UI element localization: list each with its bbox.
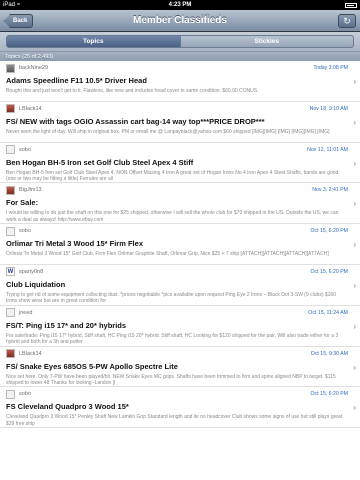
avatar: W	[6, 267, 15, 277]
topic-snippet: Nice set here. Only 7-PW have been playe…	[6, 373, 336, 387]
chevron-right-icon: ›	[353, 362, 356, 372]
back-button[interactable]: Back	[4, 14, 34, 28]
list-item[interactable]: sobo Nov 12, 11:01 AM Ben Hogan BH-5 Iron…	[0, 143, 360, 184]
tab-topics[interactable]: Topics	[6, 35, 181, 48]
status-bar: iPad ≈ 4:23 PM	[0, 0, 360, 10]
navigation-bar: Back Member Classifieds ↻	[0, 10, 360, 32]
page-title: Member Classifieds	[133, 15, 227, 26]
topic-title: FS/T: Ping i15 17* and 20* hybrids	[6, 320, 127, 330]
topic-snippet: Ben Hogan BH-5 Iron set Golf Club Steel …	[6, 169, 339, 183]
topic-title: FS/ NEW with tags OGIO Assassin cart bag…	[6, 116, 265, 126]
refresh-button[interactable]: ↻	[338, 14, 356, 28]
refresh-icon: ↻	[343, 15, 351, 26]
chevron-right-icon: ›	[353, 77, 356, 86]
topic-snippet: I would be willing to do just the shaft …	[6, 210, 339, 223]
segmented-control: Topics Stickies	[0, 32, 360, 52]
list-item[interactable]: backNine29 Today 3:08 PM Adams Speedline …	[0, 61, 360, 102]
post-date: Nov 3, 2:41 PM	[312, 187, 348, 194]
author: sobo	[19, 391, 31, 398]
topic-snippet: Trying to get rid of some equipment coll…	[6, 291, 336, 305]
chevron-right-icon: ›	[353, 199, 356, 209]
topic-snippet: Orlimar Tri Metal 3 Wood 15* Golf Club, …	[6, 251, 329, 258]
author: sparty0n8	[19, 268, 44, 275]
chevron-right-icon: ›	[353, 158, 356, 168]
topic-snippet: Cleveland Quadpro 3 Wood 15* Penley Shaf…	[6, 414, 343, 427]
author: LBlack14	[19, 105, 42, 112]
chevron-right-icon: ›	[353, 240, 356, 250]
avatar	[6, 185, 15, 195]
avatar	[6, 104, 15, 114]
topic-title: FS/ Snake Eyes 685OS 5-PW Apollo Spectre…	[6, 361, 178, 371]
post-date: Oct 15, 6:20 PM	[310, 268, 348, 275]
topic-title: FS Cleveland Quadpro 3 Wood 15*	[6, 402, 129, 412]
list-item[interactable]: LBlack14 Nov 18, 9:10 AM FS/ NEW with tag…	[0, 102, 360, 143]
author: LBlack14	[19, 350, 42, 357]
section-header: Topics (25 of 2,493)	[0, 52, 360, 61]
author: sobo	[19, 146, 31, 153]
chevron-right-icon: ›	[353, 321, 356, 331]
post-date: Oct 15, 9:30 AM	[310, 350, 348, 357]
topic-snippet: Bought this and just won't get to it. Fl…	[6, 88, 259, 94]
list-item[interactable]: Wsparty0n8 Oct 15, 6:20 PM Club Liquidati…	[0, 265, 360, 306]
topic-title: For Sale:	[6, 198, 39, 208]
status-time: 4:23 PM	[168, 2, 192, 8]
list-item[interactable]: LBlack14 Oct 15, 9:30 AM FS/ Snake Eyes 6…	[0, 347, 360, 388]
avatar	[6, 308, 15, 318]
list-item[interactable]: sobo Oct 15, 6:20 PM FS Cleveland Quadpro…	[0, 387, 360, 429]
battery-icon	[345, 2, 357, 8]
post-date: Oct 15, 11:24 AM	[308, 309, 348, 316]
topic-snippet: Never seen the light of day. Will ship i…	[6, 128, 330, 135]
post-date: Oct 15, 6:20 PM	[310, 391, 348, 398]
author: backNine29	[19, 65, 49, 71]
w-logo-icon: W	[7, 268, 14, 275]
avatar	[6, 226, 15, 236]
author: BigJim13	[19, 187, 42, 194]
topic-title: Ben Hogan BH-5 Iron set Golf Club Steel …	[6, 157, 194, 167]
topic-list: backNine29 Today 3:08 PM Adams Speedline …	[0, 61, 360, 429]
post-date: Today 3:08 PM	[313, 65, 348, 71]
avatar	[6, 349, 15, 359]
author: jneed	[19, 309, 33, 316]
topic-title: Adams Speedline F11 10.5* Driver Head	[6, 76, 147, 85]
post-date: Oct 15, 6:20 PM	[310, 228, 348, 235]
avatar	[6, 63, 15, 73]
list-item[interactable]: BigJim13 Nov 3, 2:41 PM For Sale: I would…	[0, 183, 360, 225]
list-item[interactable]: jneed Oct 15, 11:24 AM FS/T: Ping i15 17*…	[0, 306, 360, 347]
chevron-right-icon: ›	[353, 117, 356, 127]
topic-title: Orlimar Tri Metal 3 Wood 15* Firm Flex	[6, 239, 143, 249]
avatar	[6, 145, 15, 155]
chevron-right-icon: ›	[353, 280, 356, 290]
avatar	[6, 389, 15, 399]
post-date: Nov 18, 9:10 AM	[309, 105, 348, 112]
post-date: Nov 12, 11:01 AM	[307, 146, 348, 153]
author: sobo	[19, 228, 31, 235]
topic-snippet: For sale/trade: Ping i15 17* hybrid, Sti…	[6, 332, 339, 346]
chevron-right-icon: ›	[353, 403, 356, 413]
tab-stickies[interactable]: Stickies	[180, 35, 354, 48]
list-item[interactable]: sobo Oct 15, 6:20 PM Orlimar Tri Metal 3 …	[0, 224, 360, 265]
topic-title: Club Liquidation	[6, 279, 66, 289]
